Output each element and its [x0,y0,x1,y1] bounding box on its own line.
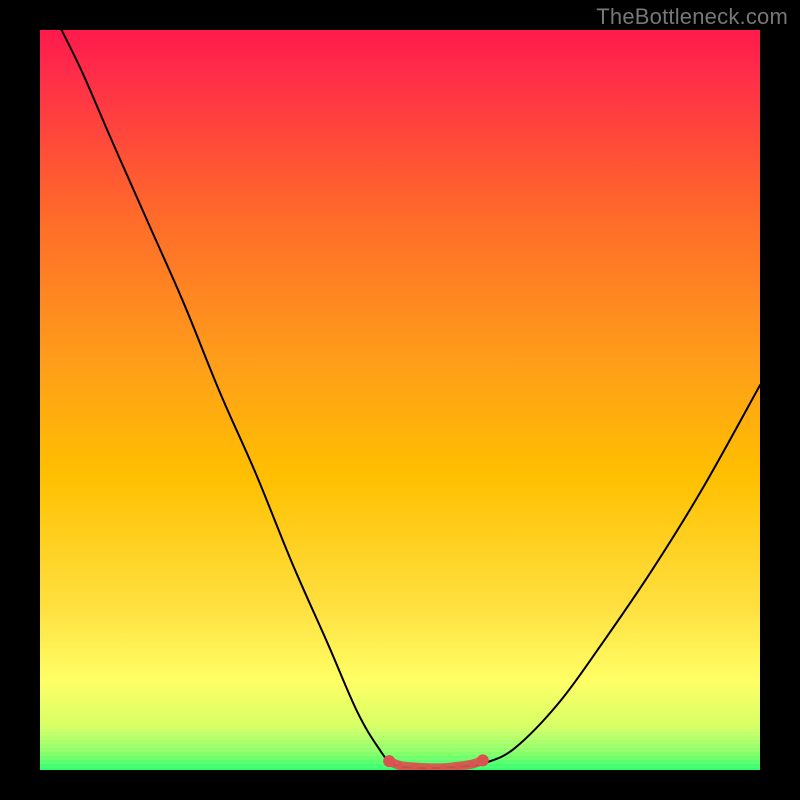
range-end-dot [477,754,489,766]
range-dot [397,762,403,768]
range-dot [411,764,417,770]
attribution-text: TheBottleneck.com [596,4,788,30]
range-dot [469,761,475,767]
plot-area [40,30,760,770]
chart-frame: TheBottleneck.com [0,0,800,800]
range-dot [454,763,460,769]
plot-svg [40,30,760,770]
gradient-background [40,30,760,770]
range-start-dot [383,755,395,767]
